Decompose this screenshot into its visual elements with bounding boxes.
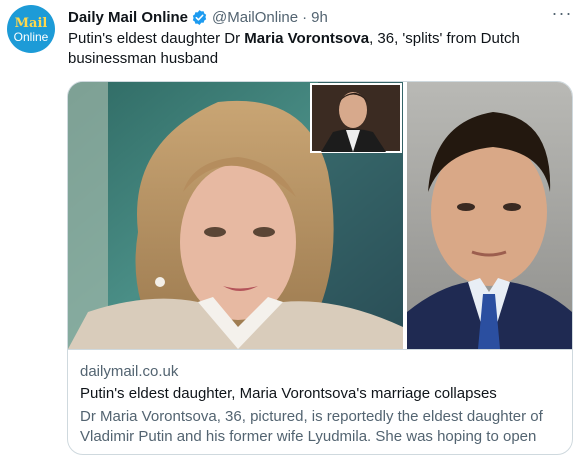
- author-name[interactable]: Daily Mail Online: [68, 9, 188, 26]
- tweet-timestamp[interactable]: 9h: [311, 9, 328, 26]
- tweet-text-part: Putin's eldest daughter Dr: [68, 30, 245, 47]
- avatar-logo-mail: Mail: [14, 16, 48, 31]
- verified-badge-icon: [192, 9, 207, 25]
- author-handle[interactable]: @MailOnline: [212, 9, 298, 26]
- link-card[interactable]: dailymail.co.uk Putin's eldest daughter,…: [67, 81, 573, 455]
- avatar-logo-online: Online: [13, 30, 49, 44]
- more-options-icon[interactable]: ···: [551, 4, 573, 24]
- card-domain: dailymail.co.uk: [80, 363, 179, 380]
- tweet-text: Putin's eldest daughter Dr Maria Voronts…: [68, 29, 568, 69]
- card-info[interactable]: dailymail.co.uk Putin's eldest daughter,…: [68, 349, 572, 454]
- card-title: Putin's eldest daughter, Maria Vorontsov…: [80, 385, 497, 402]
- tweet-header: Daily Mail Online @MailOnline · 9h: [68, 7, 328, 27]
- avatar[interactable]: Mail Online: [7, 5, 55, 53]
- card-image[interactable]: [68, 82, 572, 349]
- header-separator: ·: [302, 8, 308, 26]
- card-description: Dr Maria Vorontsova, 36, pictured, is re…: [80, 408, 543, 445]
- tweet-text-bold: Maria Vorontsova: [244, 30, 370, 47]
